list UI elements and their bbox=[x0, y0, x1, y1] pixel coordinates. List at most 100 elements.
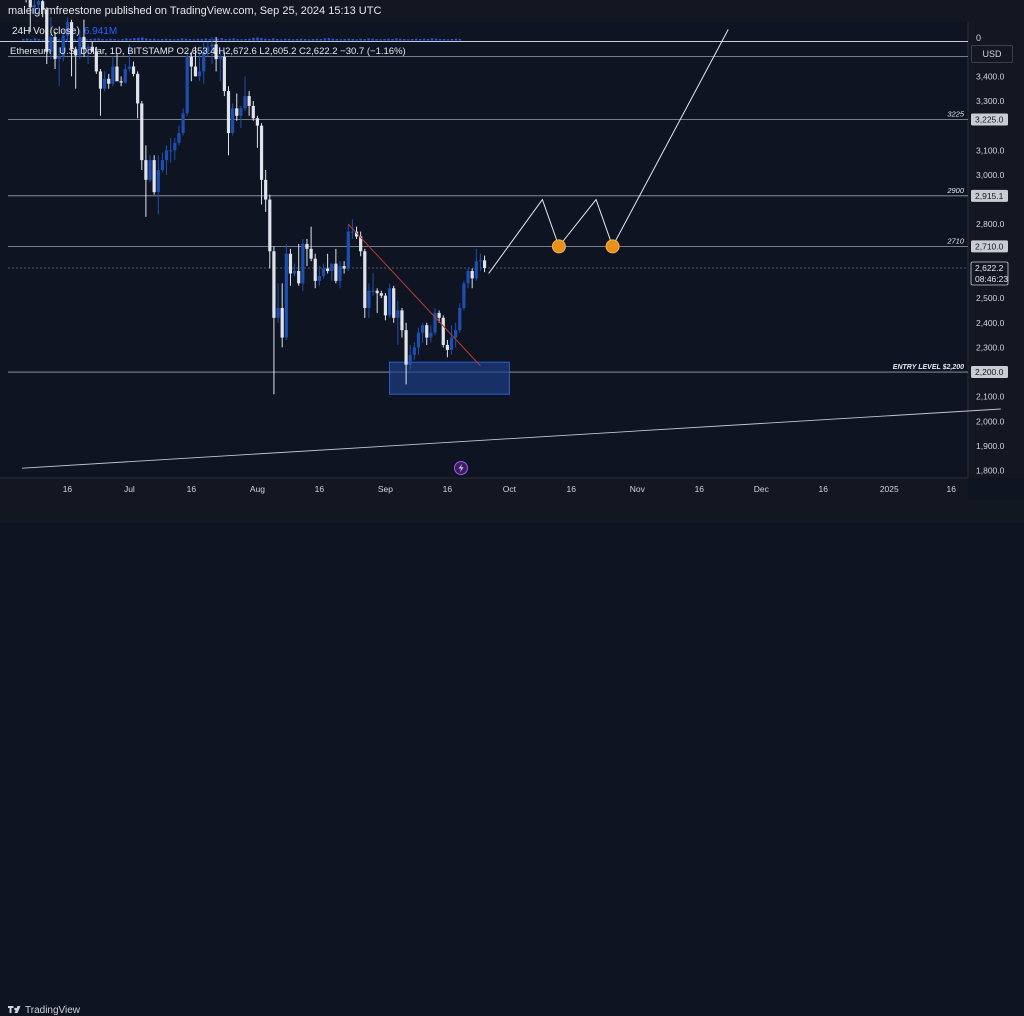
x-axis-tick-label: Aug bbox=[250, 484, 265, 494]
x-axis-tick-label: Dec bbox=[754, 484, 770, 494]
volume-scale-zero: 0 bbox=[976, 33, 981, 43]
volume-bar bbox=[160, 39, 164, 41]
volume-bar bbox=[244, 39, 247, 41]
candle-body bbox=[284, 253, 288, 338]
tradingview-logo[interactable]: TradingView bbox=[8, 1005, 80, 1016]
y-axis-tick-label: 2,500.0 bbox=[976, 293, 1005, 303]
volume-bar bbox=[204, 38, 208, 41]
volume-bar bbox=[153, 38, 156, 41]
candle-body bbox=[309, 248, 313, 259]
candle-body bbox=[185, 56, 189, 114]
candle-body bbox=[28, 0, 32, 8]
tradingview-brand: TradingView bbox=[25, 1005, 81, 1016]
candle-body bbox=[478, 260, 483, 262]
x-axis-tick-label: 16 bbox=[315, 484, 325, 494]
volume-bar bbox=[399, 38, 402, 41]
volume-bar bbox=[430, 38, 434, 41]
volume-bar bbox=[351, 39, 354, 41]
volume-bar bbox=[224, 39, 227, 41]
volume-bar bbox=[339, 39, 342, 41]
volume-bar bbox=[25, 38, 29, 41]
candle-body bbox=[173, 142, 177, 151]
volume-bar bbox=[113, 39, 116, 41]
volume-bar bbox=[383, 39, 386, 41]
volume-indicator-label[interactable]: 24H Vol (close) 6.941M bbox=[12, 26, 117, 37]
volume-bar bbox=[37, 39, 41, 41]
volume-bar bbox=[228, 38, 231, 41]
volume-bar bbox=[315, 38, 319, 41]
candle-body bbox=[326, 268, 330, 272]
candle-body bbox=[297, 271, 301, 284]
level-price-badge-text: 3,225.0 bbox=[975, 114, 1004, 124]
volume-bar bbox=[295, 39, 299, 41]
candle-body bbox=[371, 290, 375, 292]
x-axis-tick-label: 2025 bbox=[880, 484, 899, 494]
volume-bar bbox=[276, 39, 279, 41]
candle-body bbox=[416, 332, 421, 348]
volume-bar bbox=[22, 39, 25, 41]
level-label: ENTRY LEVEL $2,200 bbox=[893, 364, 964, 371]
chart-background bbox=[0, 22, 1024, 523]
volume-bar bbox=[145, 38, 148, 41]
volume-bar bbox=[172, 39, 176, 41]
currency-button[interactable]: USD bbox=[971, 45, 1013, 63]
volume-bar bbox=[395, 38, 398, 41]
volume-bar bbox=[284, 38, 287, 41]
volume-bar bbox=[446, 39, 450, 41]
candle-body bbox=[276, 307, 280, 318]
y-axis-tick-label: 1,800.0 bbox=[976, 466, 1005, 476]
volume-bar bbox=[149, 39, 152, 41]
symbol-ohlc-line[interactable]: Ethereum / U.S. Dollar, 1D, BITSTAMP O2,… bbox=[10, 46, 406, 57]
volume-bar bbox=[260, 38, 263, 41]
volume-bar bbox=[280, 39, 283, 41]
volume-bar bbox=[208, 39, 211, 41]
x-axis-tick-label: Jul bbox=[124, 484, 135, 494]
candle-body bbox=[103, 78, 107, 89]
candle-body bbox=[131, 66, 136, 74]
x-axis-tick-label: 16 bbox=[187, 484, 197, 494]
level-label: 2710 bbox=[946, 236, 965, 245]
candle-body bbox=[305, 243, 309, 249]
candle-body bbox=[218, 56, 222, 60]
volume-bar bbox=[264, 38, 267, 41]
candle-body bbox=[445, 344, 449, 350]
volume-bar bbox=[240, 39, 243, 41]
volume-bar bbox=[133, 38, 136, 41]
candle-body bbox=[164, 150, 169, 161]
volume-bar bbox=[367, 38, 370, 41]
candle-body bbox=[197, 71, 202, 77]
y-axis-tick-label: 3,100.0 bbox=[976, 145, 1005, 155]
candle-body bbox=[392, 288, 396, 318]
volume-bar bbox=[137, 37, 140, 41]
candle-body bbox=[404, 330, 408, 365]
volume-bar bbox=[319, 39, 323, 41]
volume-bar bbox=[156, 39, 160, 41]
candle-body bbox=[387, 288, 392, 316]
candle-body bbox=[152, 160, 156, 193]
level-label: 2900 bbox=[946, 186, 965, 195]
volume-bar bbox=[184, 38, 188, 41]
candle-body bbox=[462, 283, 466, 308]
volume-bar bbox=[125, 38, 128, 41]
candle-body bbox=[98, 71, 103, 89]
candle-body bbox=[169, 150, 173, 152]
volume-bar bbox=[363, 39, 366, 41]
candle-body bbox=[412, 347, 416, 355]
candle-body bbox=[148, 160, 152, 180]
footer-bar: TradingView bbox=[0, 500, 1024, 1016]
target-marker bbox=[551, 239, 566, 254]
volume-bar bbox=[105, 39, 108, 41]
y-axis-tick-label: 2,800.0 bbox=[976, 219, 1005, 229]
volume-bar bbox=[168, 39, 172, 41]
volume-bar bbox=[291, 39, 295, 41]
candle-body bbox=[330, 263, 334, 272]
candle-body bbox=[41, 1, 45, 10]
y-axis-tick-label: 2,400.0 bbox=[976, 318, 1005, 328]
volume-bar bbox=[379, 39, 382, 41]
candle-body bbox=[189, 56, 193, 67]
candle-body bbox=[321, 268, 326, 276]
candle-body bbox=[454, 330, 458, 338]
price-chart[interactable]: 0 3225 3,225.0 2900 2,915.1 2710 2,710.0 ENTRY … bbox=[0, 0, 1024, 523]
y-axis-tick-label: 2,300.0 bbox=[976, 342, 1005, 352]
candle-body bbox=[272, 251, 276, 318]
